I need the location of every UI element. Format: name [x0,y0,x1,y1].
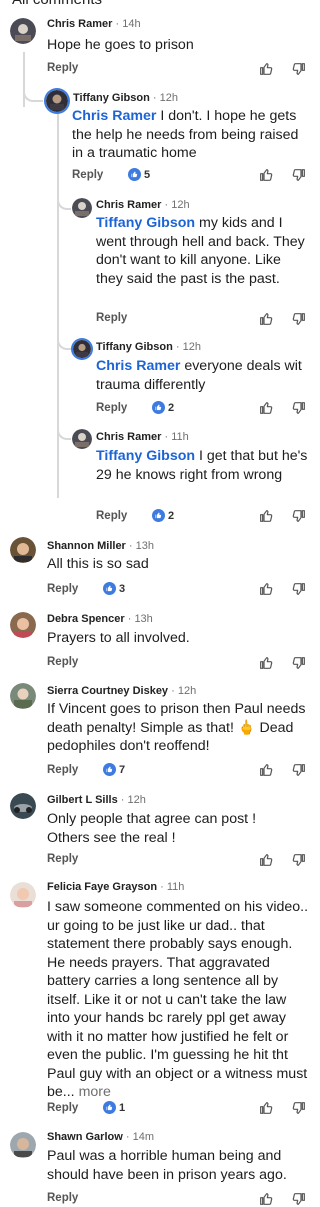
reaction-count[interactable]: 2 [152,401,174,414]
reply-button[interactable]: Reply [47,62,78,74]
avatar[interactable] [73,340,91,358]
reply-button[interactable]: Reply [47,853,78,865]
reply-button[interactable]: Reply [72,169,103,181]
thumbs-down-icon[interactable] [291,655,307,671]
reply-button[interactable]: Reply [96,402,127,414]
avatar[interactable] [10,882,36,908]
like-badge-icon [103,582,116,595]
comment-text: Tiffany Gibson I get that but he's 29 he… [96,448,308,483]
commenter-name[interactable]: Shawn Garlow · 14m [47,1131,154,1143]
thumbs-up-icon[interactable] [258,400,274,416]
thumbs-up-icon[interactable] [258,1191,274,1207]
reply-button[interactable]: Reply [96,510,127,522]
comment-text: If Vincent goes to prison then Paul need… [47,701,306,754]
reply-button[interactable]: Reply [47,1102,78,1114]
reaction-count[interactable]: 2 [152,509,174,522]
comment-text: All this is so sad [47,556,149,572]
reply-button[interactable]: Reply [96,312,127,324]
like-badge-icon [152,401,165,414]
avatar[interactable] [46,90,68,112]
commenter-name[interactable]: Chris Ramer · 11h [96,431,189,443]
thumbs-up-icon[interactable] [258,508,274,524]
thread-connector [57,190,71,210]
comment-text: Tiffany Gibson my kids and I went throug… [96,215,305,287]
comment-text: Only people that agree can post ! Others… [47,811,257,846]
comment-text: Chris Ramer I don't. I hope he gets the … [72,108,299,161]
commenter-name[interactable]: Shannon Miller · 13h [47,540,154,552]
commenter-name[interactable]: Gilbert L Sills · 12h [47,794,146,806]
reaction-count[interactable]: 7 [103,763,125,776]
avatar[interactable] [10,793,36,819]
thumbs-up-icon[interactable] [258,1100,274,1116]
reaction-count[interactable]: 3 [103,582,125,595]
thumbs-down-icon[interactable] [291,167,307,183]
avatar[interactable] [72,429,92,449]
avatar[interactable] [10,537,36,563]
commenter-name[interactable]: Felicia Faye Grayson · 11h [47,881,184,893]
thread-connector [57,330,71,350]
commenter-name[interactable]: Tiffany Gibson · 12h [96,341,201,353]
thumbs-up-icon[interactable] [258,762,274,778]
reaction-count[interactable]: 5 [128,168,150,181]
thumbs-up-icon[interactable] [258,167,274,183]
avatar[interactable] [10,683,36,709]
like-badge-icon [128,168,141,181]
thumbs-up-icon[interactable] [258,311,274,327]
thumbs-down-icon[interactable] [291,1100,307,1116]
like-badge-icon [152,509,165,522]
thread-connector [57,420,71,440]
commenter-name[interactable]: Chris Ramer · 12h [96,199,190,211]
thumbs-down-icon[interactable] [291,400,307,416]
commenter-name[interactable]: Debra Spencer · 13h [47,613,153,625]
thumbs-up-icon[interactable] [258,581,274,597]
thumbs-down-icon[interactable] [291,508,307,524]
avatar[interactable] [10,18,36,44]
thumbs-down-icon[interactable] [291,852,307,868]
mention-link[interactable]: Tiffany Gibson [96,215,195,231]
thumbs-up-icon[interactable] [258,852,274,868]
reply-button[interactable]: Reply [47,764,78,776]
thread-line [57,108,59,498]
avatar[interactable] [10,1132,36,1158]
comment-text: Prayers to all involved. [47,630,190,646]
thumbs-down-icon[interactable] [291,581,307,597]
like-badge-icon [103,1101,116,1114]
thumbs-down-icon[interactable] [291,61,307,77]
commenter-name[interactable]: Chris Ramer · 14h [47,18,141,30]
all-comments-header: All comments [12,0,102,8]
thumbs-down-icon[interactable] [291,1191,307,1207]
reply-button[interactable]: Reply [47,583,78,595]
mention-link[interactable]: Chris Ramer [72,108,156,124]
commenter-name[interactable]: Tiffany Gibson · 12h [73,92,178,104]
like-badge-icon [103,763,116,776]
thumbs-up-icon[interactable] [258,61,274,77]
comment-text: Hope he goes to prison [47,37,194,53]
comment-text: Chris Ramer everyone deals wit trauma di… [96,358,302,393]
reaction-count[interactable]: 1 [103,1101,125,1114]
comment-text: I saw someone commented on his video.. u… [47,899,309,1100]
comment-text: Paul was a horrible human being and shou… [47,1148,287,1183]
mention-link[interactable]: Tiffany Gibson [96,448,195,464]
thumbs-up-icon[interactable] [258,655,274,671]
reply-button[interactable]: Reply [47,656,78,668]
reply-button[interactable]: Reply [47,1192,78,1204]
commenter-name[interactable]: Sierra Courtney Diskey · 12h [47,685,196,697]
avatar[interactable] [10,612,36,638]
thumbs-down-icon[interactable] [291,311,307,327]
thread-connector [23,80,43,102]
thumbs-down-icon[interactable] [291,762,307,778]
avatar[interactable] [72,198,92,218]
more-link[interactable]: more [79,1084,111,1100]
mention-link[interactable]: Chris Ramer [96,358,180,374]
